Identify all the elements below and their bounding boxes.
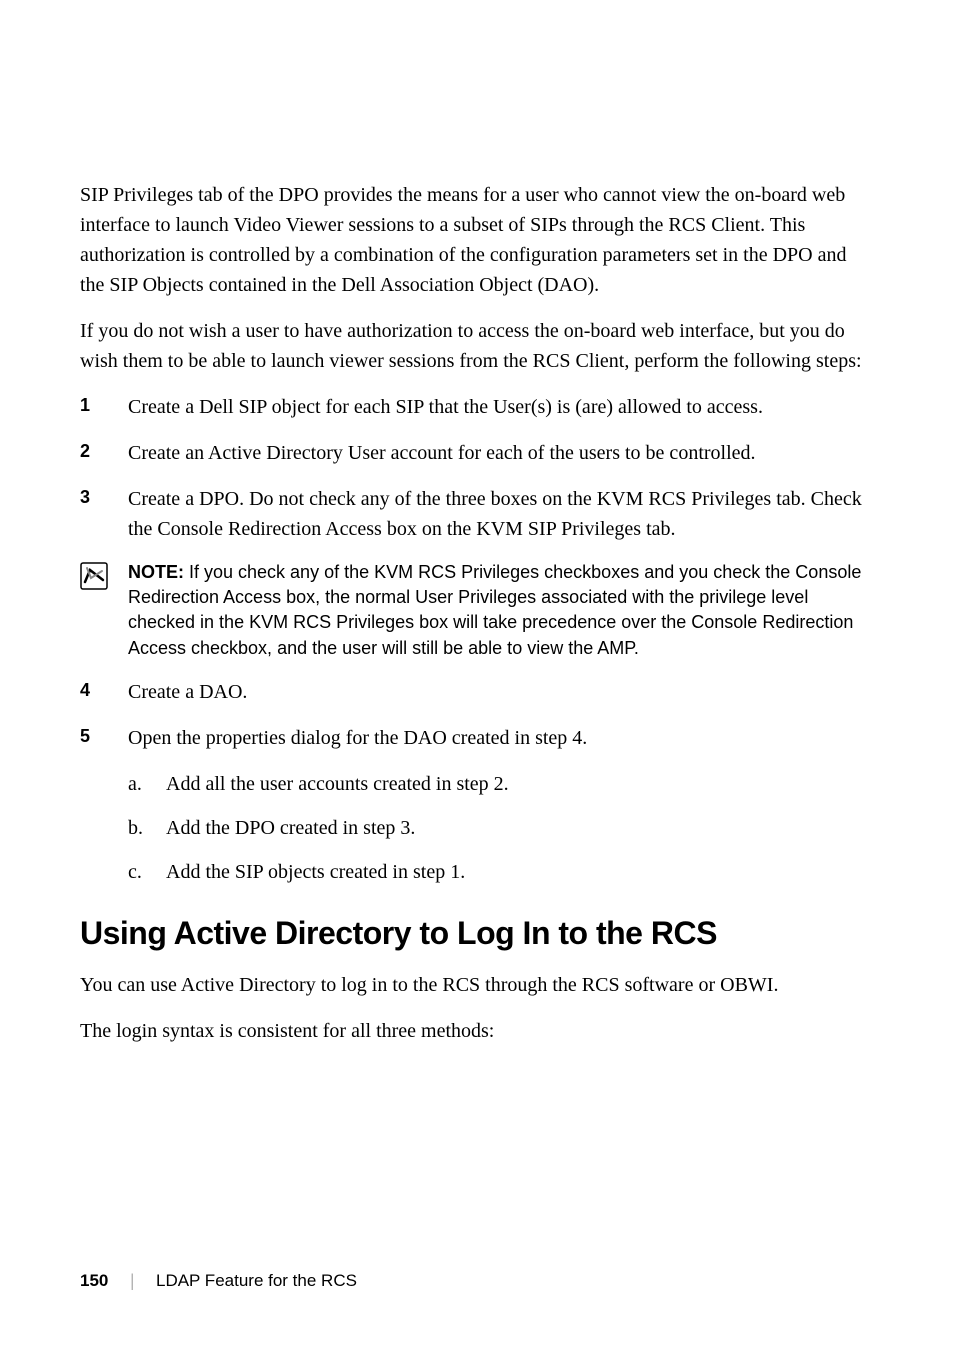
footer-divider: |: [130, 1270, 134, 1291]
intro-paragraph-2: If you do not wish a user to have author…: [80, 316, 874, 376]
substep-letter: a.: [128, 769, 166, 799]
substep-b: b. Add the DPO created in step 3.: [128, 813, 874, 843]
step-1: 1 Create a Dell SIP object for each SIP …: [80, 392, 874, 422]
substep-text: Add all the user accounts created in ste…: [166, 769, 874, 799]
step-number: 1: [80, 392, 128, 422]
page-number: 150: [80, 1271, 108, 1291]
step-5: 5 Open the properties dialog for the DAO…: [80, 723, 874, 753]
note-label: NOTE:: [128, 562, 189, 582]
step-text: Create a DAO.: [128, 677, 874, 707]
footer-title: LDAP Feature for the RCS: [156, 1271, 357, 1291]
substep-a: a. Add all the user accounts created in …: [128, 769, 874, 799]
substep-c: c. Add the SIP objects created in step 1…: [128, 857, 874, 887]
step-text: Create a DPO. Do not check any of the th…: [128, 484, 874, 544]
page-footer: 150 | LDAP Feature for the RCS: [80, 1270, 357, 1291]
step-2: 2 Create an Active Directory User accoun…: [80, 438, 874, 468]
step-number: 5: [80, 723, 128, 753]
step-3: 3 Create a DPO. Do not check any of the …: [80, 484, 874, 544]
note-block: NOTE: If you check any of the KVM RCS Pr…: [80, 560, 874, 661]
substep-text: Add the SIP objects created in step 1.: [166, 857, 874, 887]
section-heading: Using Active Directory to Log In to the …: [80, 915, 874, 952]
note-icon: [80, 560, 128, 661]
substep-text: Add the DPO created in step 3.: [166, 813, 874, 843]
note-content: NOTE: If you check any of the KVM RCS Pr…: [128, 560, 874, 661]
note-text: If you check any of the KVM RCS Privileg…: [128, 562, 861, 658]
substep-letter: b.: [128, 813, 166, 843]
substeps-list: a. Add all the user accounts created in …: [80, 769, 874, 887]
section-paragraph-2: The login syntax is consistent for all t…: [80, 1016, 874, 1046]
step-text: Create an Active Directory User account …: [128, 438, 874, 468]
step-number: 4: [80, 677, 128, 707]
substep-letter: c.: [128, 857, 166, 887]
step-number: 2: [80, 438, 128, 468]
step-text: Create a Dell SIP object for each SIP th…: [128, 392, 874, 422]
step-4: 4 Create a DAO.: [80, 677, 874, 707]
section-paragraph-1: You can use Active Directory to log in t…: [80, 970, 874, 1000]
step-text: Open the properties dialog for the DAO c…: [128, 723, 874, 753]
step-number: 3: [80, 484, 128, 544]
steps-list-continued: 4 Create a DAO. 5 Open the properties di…: [80, 677, 874, 753]
steps-list: 1 Create a Dell SIP object for each SIP …: [80, 392, 874, 544]
intro-paragraph-1: SIP Privileges tab of the DPO provides t…: [80, 180, 874, 300]
